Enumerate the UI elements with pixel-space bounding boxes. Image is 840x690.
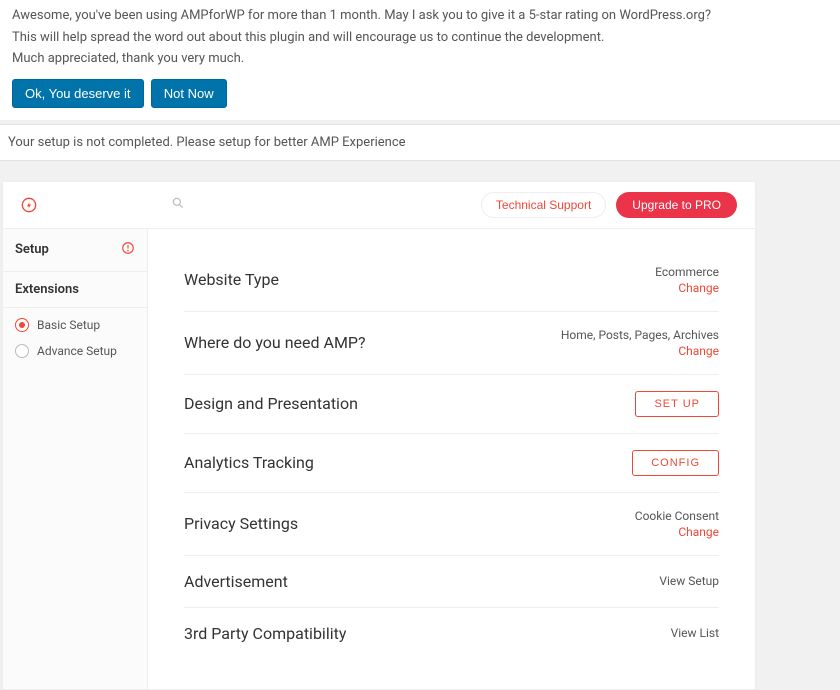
notice-line-3: Much appreciated, thank you very much.: [12, 49, 832, 69]
compatibility-row: 3rd Party Compatibility View List: [184, 608, 719, 659]
advertisement-row: Advertisement View Setup: [184, 556, 719, 608]
basic-setup-label: Basic Setup: [37, 318, 100, 332]
not-now-button[interactable]: Not Now: [151, 79, 227, 108]
where-amp-change-link[interactable]: Change: [678, 344, 719, 358]
technical-support-button[interactable]: Technical Support: [481, 192, 606, 218]
privacy-title: Privacy Settings: [184, 514, 298, 533]
advertisement-view-link[interactable]: View Setup: [659, 574, 719, 588]
advance-setup-label: Advance Setup: [37, 344, 117, 358]
where-amp-row: Where do you need AMP? Home, Posts, Page…: [184, 312, 719, 375]
warning-icon: [121, 241, 135, 259]
where-amp-title: Where do you need AMP?: [184, 333, 366, 352]
advance-setup-radio[interactable]: Advance Setup: [15, 344, 135, 358]
sidebar-extensions-tab[interactable]: Extensions: [3, 272, 147, 308]
analytics-row: Analytics Tracking CONFIG: [184, 434, 719, 493]
website-type-row: Website Type Ecommerce Change: [184, 249, 719, 312]
radio-unchecked-icon: [15, 344, 29, 358]
website-type-value: Ecommerce: [655, 265, 719, 279]
privacy-row: Privacy Settings Cookie Consent Change: [184, 493, 719, 556]
sidebar: Setup Extensions Basic Setup Advance Set…: [3, 229, 148, 689]
design-row: Design and Presentation SET UP: [184, 375, 719, 434]
search-icon[interactable]: [171, 196, 185, 214]
basic-setup-radio[interactable]: Basic Setup: [15, 318, 135, 332]
advertisement-title: Advertisement: [184, 572, 288, 591]
amp-logo-icon: [21, 197, 37, 213]
privacy-value: Cookie Consent: [635, 509, 719, 523]
main-panel: Technical Support Upgrade to PRO Setup E…: [2, 181, 756, 690]
sidebar-setup-tab[interactable]: Setup: [3, 229, 147, 272]
rating-notice: Awesome, you've been using AMPforWP for …: [0, 0, 840, 120]
website-type-change-link[interactable]: Change: [678, 281, 719, 295]
top-bar: Technical Support Upgrade to PRO: [3, 182, 755, 229]
ok-deserve-button[interactable]: Ok, You deserve it: [12, 79, 144, 108]
analytics-config-button[interactable]: CONFIG: [632, 450, 719, 476]
privacy-change-link[interactable]: Change: [678, 525, 719, 539]
compatibility-title: 3rd Party Compatibility: [184, 624, 346, 643]
notice-line-2: This will help spread the word out about…: [12, 28, 832, 48]
radio-checked-icon: [15, 318, 29, 332]
design-setup-button[interactable]: SET UP: [635, 391, 719, 417]
settings-content: Website Type Ecommerce Change Where do y…: [148, 229, 755, 689]
website-type-title: Website Type: [184, 270, 279, 289]
setup-warning: Your setup is not completed. Please setu…: [0, 124, 840, 161]
compatibility-view-link[interactable]: View List: [671, 626, 719, 640]
design-title: Design and Presentation: [184, 394, 358, 413]
upgrade-pro-button[interactable]: Upgrade to PRO: [616, 192, 737, 218]
where-amp-value: Home, Posts, Pages, Archives: [561, 328, 719, 342]
notice-line-1: Awesome, you've been using AMPforWP for …: [12, 6, 832, 26]
sidebar-setup-label: Setup: [15, 242, 49, 257]
analytics-title: Analytics Tracking: [184, 453, 314, 472]
